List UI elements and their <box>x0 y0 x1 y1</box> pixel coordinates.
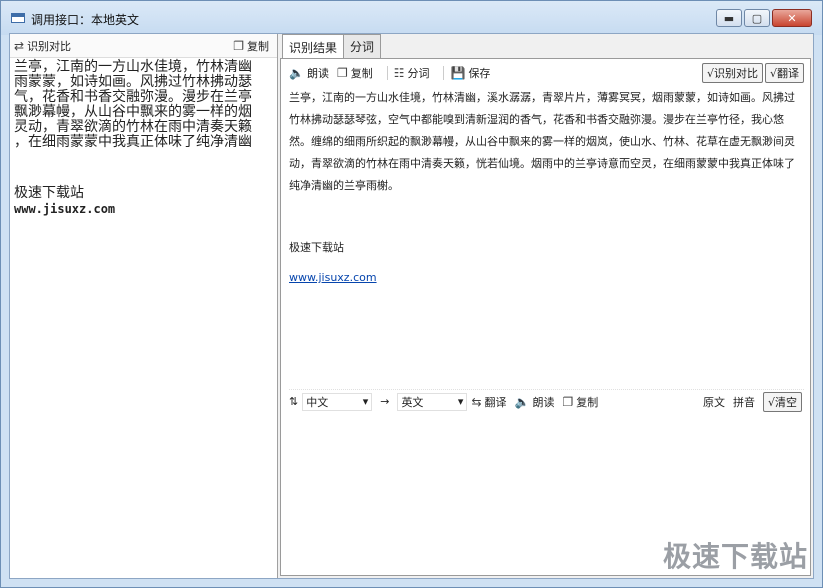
chevron-down-icon: ▾ <box>362 395 369 408</box>
result-panel: 🔈 朗读 ❐ 复制 ☷ 分词 💾 保存 √识别对比 √翻译 兰亭，江南的一方山水… <box>280 58 811 576</box>
translate-check-button[interactable]: √翻译 <box>764 63 804 83</box>
source-language-value: 中文 <box>306 395 329 409</box>
read-label: 朗读 <box>306 67 329 80</box>
result-site-name: 极速下载站 <box>289 241 344 254</box>
result-paragraph: 兰亭，江南的一方山水佳境，竹林清幽，溪水潺潺，青翠片片，薄雾冥冥，烟雨蒙蒙，如诗… <box>289 91 795 192</box>
source-line: 灵动，青翠欲滴的竹林在雨中清奏天籁 <box>14 119 252 135</box>
app-window: 调用接口：本地英文 ▬ ▢ ✕ ⇄ 识别对比 ❐ 复制 兰亭，江南的一方山水佳境… <box>0 0 823 588</box>
translation-read-button[interactable]: 🔈 朗读 <box>515 394 555 410</box>
source-line: 雨蒙蒙，如诗如画。风拂过竹林拂动瑟 <box>14 74 252 90</box>
tab-segment[interactable]: 分词 <box>343 34 382 58</box>
speaker-icon: 🔈 <box>289 66 304 80</box>
clear-check-button[interactable]: √清空 <box>762 391 802 412</box>
chevron-down-icon: ▾ <box>457 395 464 408</box>
copy-label: 复制 <box>247 39 269 53</box>
segment-label: 分词 <box>407 67 430 80</box>
maximize-icon: ▢ <box>751 11 763 25</box>
source-url: www.jisuxz.com <box>14 202 116 216</box>
source-toolbar: ⇄ 识别对比 ❐ 复制 <box>10 34 277 58</box>
result-toolbar: 🔈 朗读 ❐ 复制 ☷ 分词 💾 保存 √识别对比 √翻译 <box>281 59 810 87</box>
compare-toggle[interactable]: ⇄ 识别对比 <box>14 38 71 54</box>
toolbar-separator <box>386 66 388 80</box>
target-language-value: 英文 <box>401 395 424 409</box>
copy-icon: ❐ <box>233 38 244 53</box>
copy-label: 复制 <box>350 67 373 80</box>
minimize-button[interactable]: ▬ <box>716 9 742 27</box>
compare-icon: ⇄ <box>14 38 25 53</box>
close-button[interactable]: ✕ <box>772 9 812 27</box>
source-copy-button[interactable]: ❐ 复制 <box>233 38 269 54</box>
compare-check-button[interactable]: √识别对比 <box>701 63 763 83</box>
watermark: 极速下载站 <box>662 540 808 573</box>
target-language-select[interactable]: 英文 ▾ <box>397 392 468 411</box>
read-button[interactable]: 🔈 朗读 <box>289 65 329 81</box>
source-line: 兰亭，江南的一方山水佳境，竹林清幽 <box>14 59 252 75</box>
save-button[interactable]: 💾 保存 <box>450 65 490 81</box>
swap-icon[interactable]: ⇅ <box>289 395 298 408</box>
read-label: 朗读 <box>532 395 555 409</box>
minimize-icon: ▬ <box>723 11 735 25</box>
result-pane: 识别结果 分词 🔈 朗读 ❐ 复制 ☷ 分词 💾 保存 √识别对比 √翻译 兰亭… <box>280 34 813 578</box>
result-url-link[interactable]: www.jisuxz.com <box>289 267 802 289</box>
copy-icon: ❐ <box>562 394 574 409</box>
title-bar[interactable]: 调用接口：本地英文 ▬ ▢ ✕ <box>1 1 822 35</box>
translate-button[interactable]: ⇆ 翻译 <box>471 394 506 410</box>
result-text[interactable]: 兰亭，江南的一方山水佳境，竹林清幽，溪水潺潺，青翠片片，薄雾冥冥，烟雨蒙蒙，如诗… <box>281 87 810 289</box>
save-icon: 💾 <box>450 66 466 80</box>
source-pane: ⇄ 识别对比 ❐ 复制 兰亭，江南的一方山水佳境，竹林清幽 雨蒙蒙，如诗如画。风… <box>10 34 278 578</box>
client-area: ⇄ 识别对比 ❐ 复制 兰亭，江南的一方山水佳境，竹林清幽 雨蒙蒙，如诗如画。风… <box>9 33 814 579</box>
source-line: ，在细雨蒙蒙中我真正体味了纯净清幽 <box>14 134 252 150</box>
translate-bar: ⇅ 中文 ▾ → 英文 ▾ ⇆ 翻译 🔈 朗读 ❐ 复制 原文 拼音 √清空 <box>289 389 804 413</box>
source-site-name: 极速下载站 <box>14 185 84 201</box>
original-toggle[interactable]: 原文 <box>703 394 725 410</box>
copy-label: 复制 <box>576 395 599 409</box>
app-icon <box>11 13 25 23</box>
source-language-select[interactable]: 中文 ▾ <box>302 392 373 411</box>
result-copy-button[interactable]: ❐ 复制 <box>337 65 373 81</box>
segment-button[interactable]: ☷ 分词 <box>394 65 430 81</box>
copy-icon: ❐ <box>336 66 348 80</box>
translate-icon: ⇆ <box>471 394 482 409</box>
translation-copy-button[interactable]: ❐ 复制 <box>562 394 598 410</box>
source-line: 飘渺幕幔，从山谷中飘来的雾一样的烟 <box>14 104 252 120</box>
close-icon: ✕ <box>787 11 797 25</box>
speaker-icon: 🔈 <box>514 394 530 409</box>
source-text[interactable]: 兰亭，江南的一方山水佳境，竹林清幽 雨蒙蒙，如诗如画。风拂过竹林拂动瑟 气，花香… <box>10 58 278 152</box>
maximize-button[interactable]: ▢ <box>744 9 770 27</box>
tab-result[interactable]: 识别结果 <box>282 34 345 58</box>
save-label: 保存 <box>468 67 491 80</box>
result-tabs: 识别结果 分词 <box>280 34 813 58</box>
toolbar-separator <box>443 66 445 80</box>
source-line: 气，花香和书香交融弥漫。漫步在兰亭 <box>14 89 252 105</box>
compare-label: 识别对比 <box>27 39 72 53</box>
window-title: 调用接口：本地英文 <box>31 13 140 27</box>
arrow-right-icon: → <box>380 395 390 408</box>
segment-icon: ☷ <box>393 66 405 80</box>
translate-label: 翻译 <box>484 395 507 409</box>
pinyin-toggle[interactable]: 拼音 <box>733 394 755 410</box>
